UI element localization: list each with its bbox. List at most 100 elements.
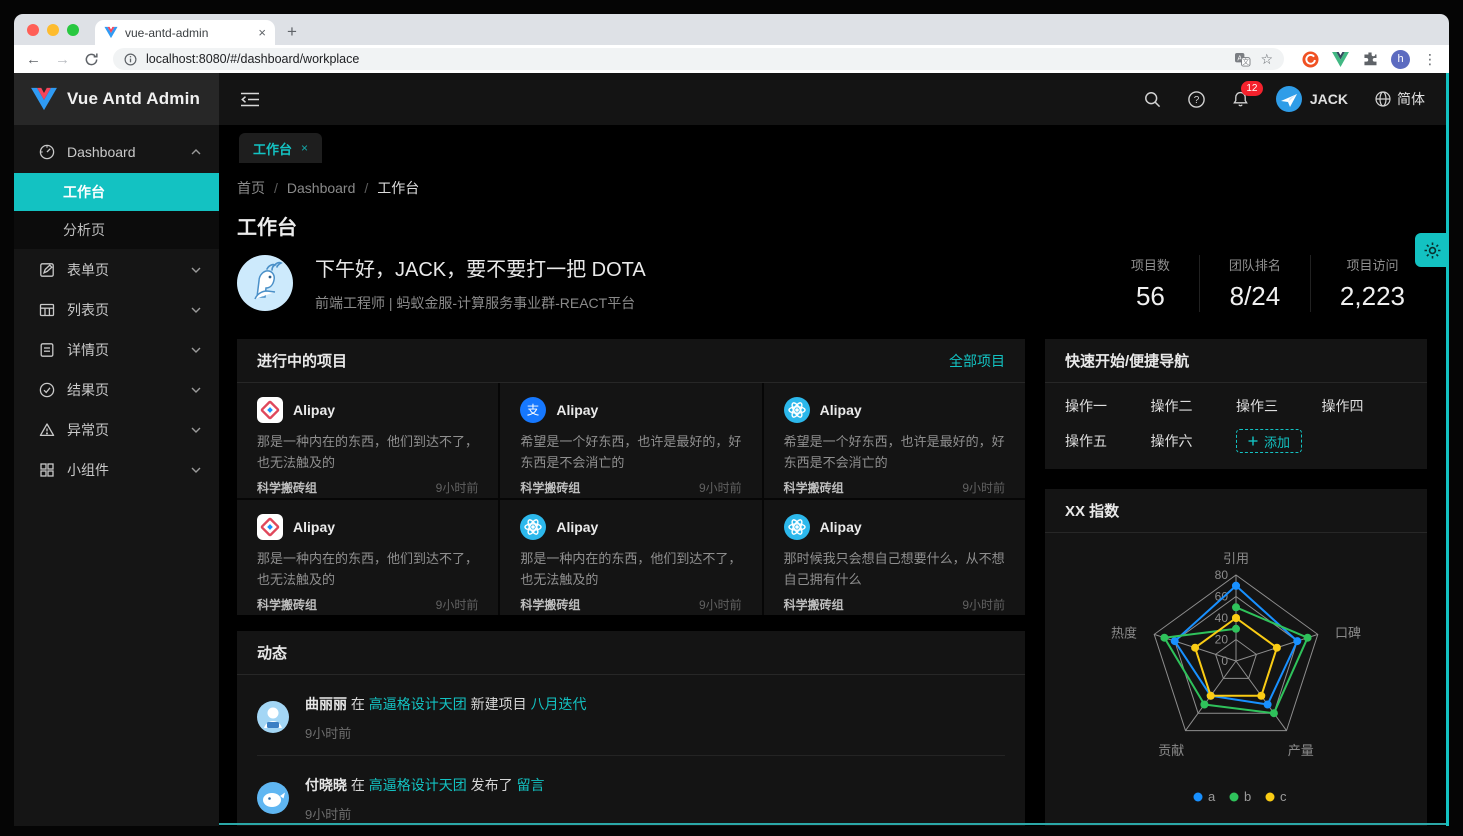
vue-logo-icon bbox=[30, 87, 58, 111]
project-card-group[interactable]: 科学搬砖组 bbox=[784, 596, 844, 613]
project-card-title[interactable]: Alipay bbox=[820, 519, 862, 535]
project-card-time: 9小时前 bbox=[436, 479, 479, 496]
whale-avatar bbox=[257, 773, 289, 823]
sidebar-item-dashboard[interactable]: Dashboard bbox=[14, 133, 219, 171]
app-logo[interactable]: Vue Antd Admin bbox=[14, 73, 219, 125]
question-circle-icon[interactable]: ? bbox=[1188, 91, 1205, 108]
warning-icon bbox=[39, 422, 55, 438]
atom-icon bbox=[784, 514, 810, 540]
sidebar-item-detail[interactable]: 详情页 bbox=[14, 331, 219, 369]
activity-item-text: 曲丽丽 在 高逼格设计天团 新建项目 八月迭代 bbox=[305, 694, 587, 714]
bookmark-star-icon[interactable]: ☆ bbox=[1260, 51, 1273, 68]
project-card-title[interactable]: Alipay bbox=[820, 402, 862, 418]
vue-devtools-icon[interactable] bbox=[1332, 52, 1349, 67]
projects-panel: 进行中的项目 全部项目 Alipay那是一种内在的东西，他们到达不了，也无法触及… bbox=[237, 339, 1025, 615]
check-circle-icon bbox=[39, 382, 55, 398]
minimize-window-button[interactable] bbox=[47, 24, 59, 36]
project-card-5[interactable]: Alipay那是一种内在的东西，他们到达不了，也无法触及的科学搬砖组9小时前 bbox=[500, 500, 761, 615]
tab-workplace[interactable]: 工作台 × bbox=[239, 133, 322, 163]
project-card-title[interactable]: Alipay bbox=[293, 402, 335, 418]
maximize-window-button[interactable] bbox=[67, 24, 79, 36]
tab-close-icon[interactable]: × bbox=[301, 141, 308, 155]
quick-link-5[interactable]: 操作五 bbox=[1065, 431, 1151, 451]
language-switch[interactable]: 简体 bbox=[1375, 89, 1425, 109]
tab-label: 工作台 bbox=[253, 139, 292, 158]
url-omnibox[interactable]: localhost:8080/#/dashboard/workplace A文 … bbox=[113, 48, 1284, 70]
activity-text-segment: 在 bbox=[347, 777, 369, 793]
project-card-6[interactable]: Alipay那时候我只会想自己想要什么，从不想自己拥有什么科学搬砖组9小时前 bbox=[764, 500, 1025, 615]
stat-value: 8/24 bbox=[1229, 281, 1281, 312]
back-icon[interactable]: ← bbox=[26, 52, 41, 67]
quick-link-4[interactable]: 操作四 bbox=[1322, 396, 1408, 416]
activity-text-segment: 付晓晓 bbox=[305, 777, 347, 793]
add-button[interactable]: 添加 bbox=[1236, 429, 1302, 453]
project-card-group[interactable]: 科学搬砖组 bbox=[257, 479, 317, 496]
legend-item-c[interactable]: c bbox=[1266, 789, 1288, 804]
extension-orange-icon[interactable] bbox=[1302, 51, 1319, 68]
svg-text:c: c bbox=[1280, 789, 1287, 804]
quick-link-6[interactable]: 操作六 bbox=[1151, 431, 1237, 451]
project-card-head: Alipay bbox=[257, 397, 478, 423]
browser-menu-icon[interactable]: ⋮ bbox=[1423, 51, 1437, 68]
browser-profile-avatar[interactable]: h bbox=[1391, 50, 1410, 69]
project-card-3[interactable]: Alipay希望是一个好东西，也许是最好的，好东西是不会消亡的科学搬砖组9小时前 bbox=[764, 383, 1025, 498]
language-label: 简体 bbox=[1397, 89, 1425, 109]
browser-tab[interactable]: vue-antd-admin × bbox=[95, 20, 275, 45]
radar-panel-title: XX 指数 bbox=[1065, 500, 1119, 521]
reload-icon[interactable] bbox=[84, 52, 99, 67]
extensions-puzzle-icon[interactable] bbox=[1362, 51, 1378, 67]
project-card-head: Alipay bbox=[784, 514, 1005, 540]
quick-link-3[interactable]: 操作三 bbox=[1236, 396, 1322, 416]
settings-gear-button[interactable] bbox=[1415, 233, 1449, 267]
project-card-time: 9小时前 bbox=[436, 596, 479, 613]
sidebar-item-result[interactable]: 结果页 bbox=[14, 371, 219, 409]
activity-link[interactable]: 高逼格设计天团 bbox=[369, 777, 467, 793]
sidebar-item-widgets[interactable]: 小组件 bbox=[14, 451, 219, 489]
site-info-icon[interactable] bbox=[124, 53, 137, 66]
project-card-title[interactable]: Alipay bbox=[556, 402, 598, 418]
close-window-button[interactable] bbox=[27, 24, 39, 36]
atom-icon bbox=[520, 514, 546, 540]
breadcrumb-home[interactable]: 首页 bbox=[237, 180, 265, 196]
project-card-group[interactable]: 科学搬砖组 bbox=[520, 596, 580, 613]
project-card-group[interactable]: 科学搬砖组 bbox=[784, 479, 844, 496]
user-menu[interactable]: JACK bbox=[1276, 86, 1348, 112]
quick-link-2[interactable]: 操作二 bbox=[1151, 396, 1237, 416]
breadcrumb-dashboard[interactable]: Dashboard bbox=[287, 180, 356, 196]
project-card-1[interactable]: Alipay那是一种内在的东西，他们到达不了，也无法触及的科学搬砖组9小时前 bbox=[237, 383, 498, 498]
search-icon[interactable] bbox=[1144, 91, 1161, 108]
sidebar-subitem-dashboard-1[interactable]: 分析页 bbox=[14, 211, 219, 249]
stat-projects: 项目数 56 bbox=[1102, 255, 1199, 312]
activity-link[interactable]: 留言 bbox=[517, 777, 545, 793]
svg-text:20: 20 bbox=[1215, 633, 1229, 647]
activity-item-time: 9小时前 bbox=[305, 804, 545, 823]
project-card-2[interactable]: 支Alipay希望是一个好东西，也许是最好的，好东西是不会消亡的科学搬砖组9小时… bbox=[500, 383, 761, 498]
project-card-group[interactable]: 科学搬砖组 bbox=[257, 596, 317, 613]
legend-item-a[interactable]: a bbox=[1194, 789, 1217, 804]
sidebar-item-exception[interactable]: 异常页 bbox=[14, 411, 219, 449]
all-projects-link[interactable]: 全部项目 bbox=[949, 351, 1005, 371]
project-card-time: 9小时前 bbox=[699, 596, 742, 613]
sidebar-item-list[interactable]: 列表页 bbox=[14, 291, 219, 329]
quick-link-1[interactable]: 操作一 bbox=[1065, 396, 1151, 416]
bell-icon[interactable]: 12 bbox=[1232, 90, 1249, 108]
radar-svg: 020406080引用口碑产量贡献热度abc bbox=[1046, 535, 1426, 826]
chevron-down-icon bbox=[191, 387, 201, 393]
project-card-title[interactable]: Alipay bbox=[556, 519, 598, 535]
sidebar-item-label: 详情页 bbox=[67, 340, 179, 360]
tab-close-icon[interactable]: × bbox=[258, 25, 266, 40]
project-card-title[interactable]: Alipay bbox=[293, 519, 335, 535]
project-card-4[interactable]: Alipay那是一种内在的东西，他们到达不了，也无法触及的科学搬砖组9小时前 bbox=[237, 500, 498, 615]
activity-link[interactable]: 高逼格设计天团 bbox=[369, 696, 467, 712]
activity-link[interactable]: 八月迭代 bbox=[531, 696, 587, 712]
sidebar-item-form[interactable]: 表单页 bbox=[14, 251, 219, 289]
theme-accent-strip bbox=[1446, 73, 1449, 826]
sidebar-subitem-dashboard-0[interactable]: 工作台 bbox=[14, 173, 219, 211]
menu-fold-icon[interactable] bbox=[241, 92, 259, 107]
project-card-desc: 那时候我只会想自己想要什么，从不想自己拥有什么 bbox=[784, 549, 1005, 591]
legend-item-b[interactable]: b bbox=[1230, 789, 1252, 804]
forward-icon[interactable]: → bbox=[55, 52, 70, 67]
translate-icon[interactable]: A文 bbox=[1234, 52, 1251, 67]
new-tab-button[interactable]: + bbox=[287, 23, 297, 40]
project-card-group[interactable]: 科学搬砖组 bbox=[520, 479, 580, 496]
